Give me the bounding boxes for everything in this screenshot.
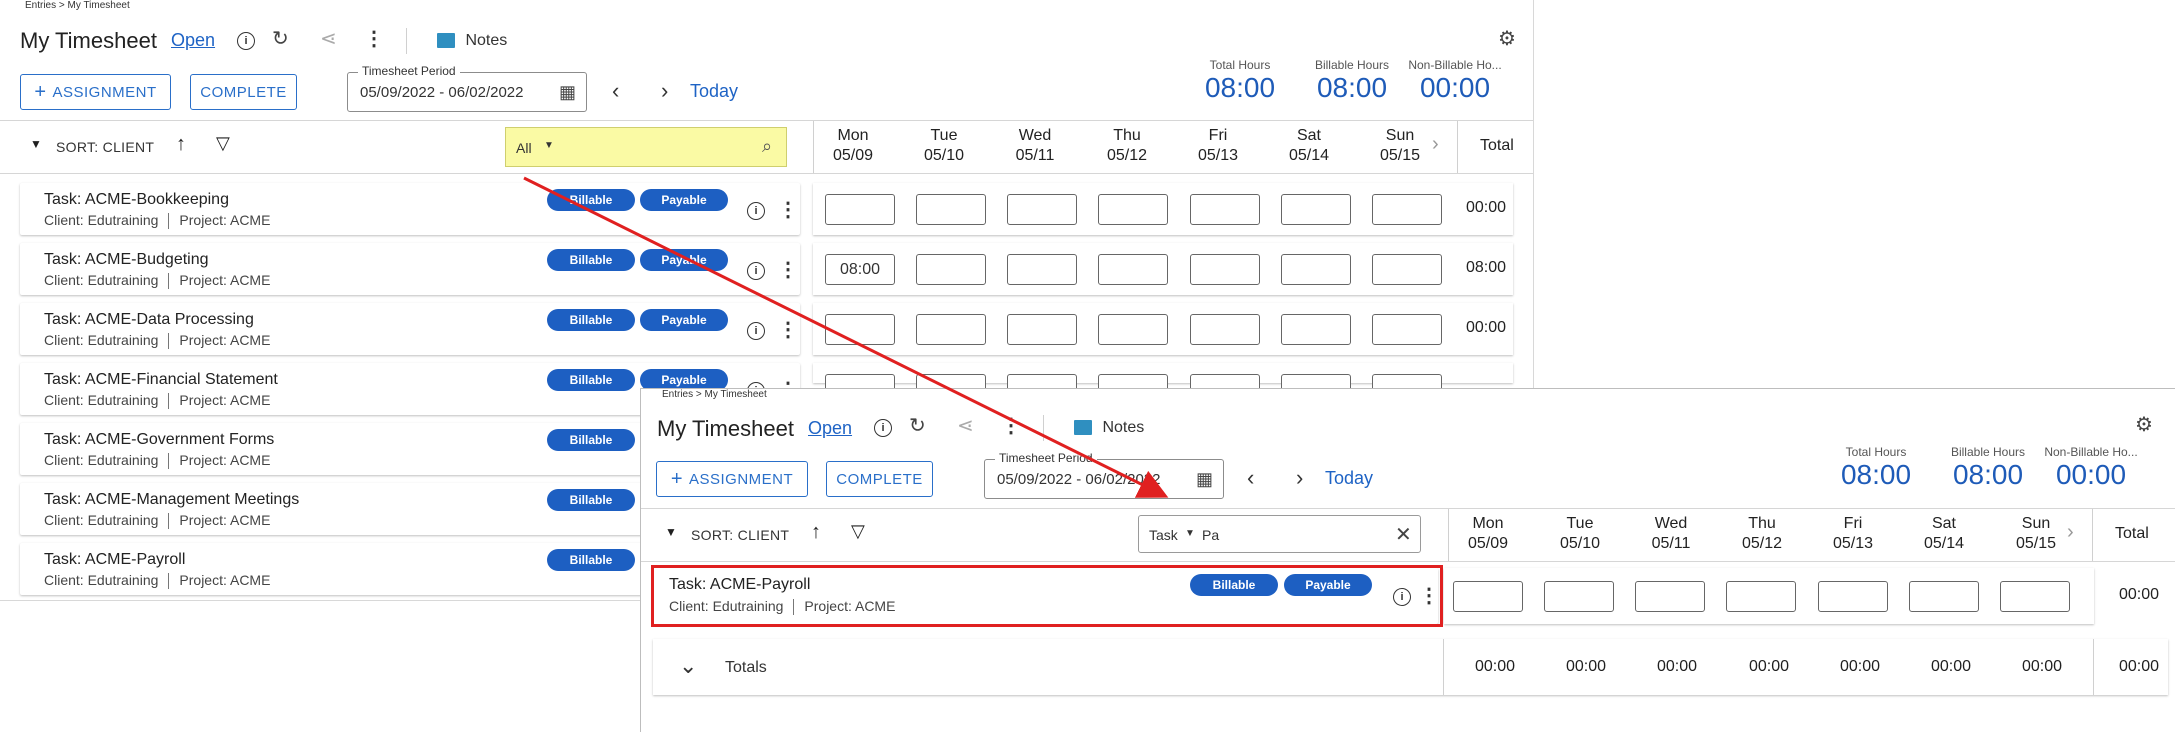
annotation-arrow — [523, 176, 1169, 498]
